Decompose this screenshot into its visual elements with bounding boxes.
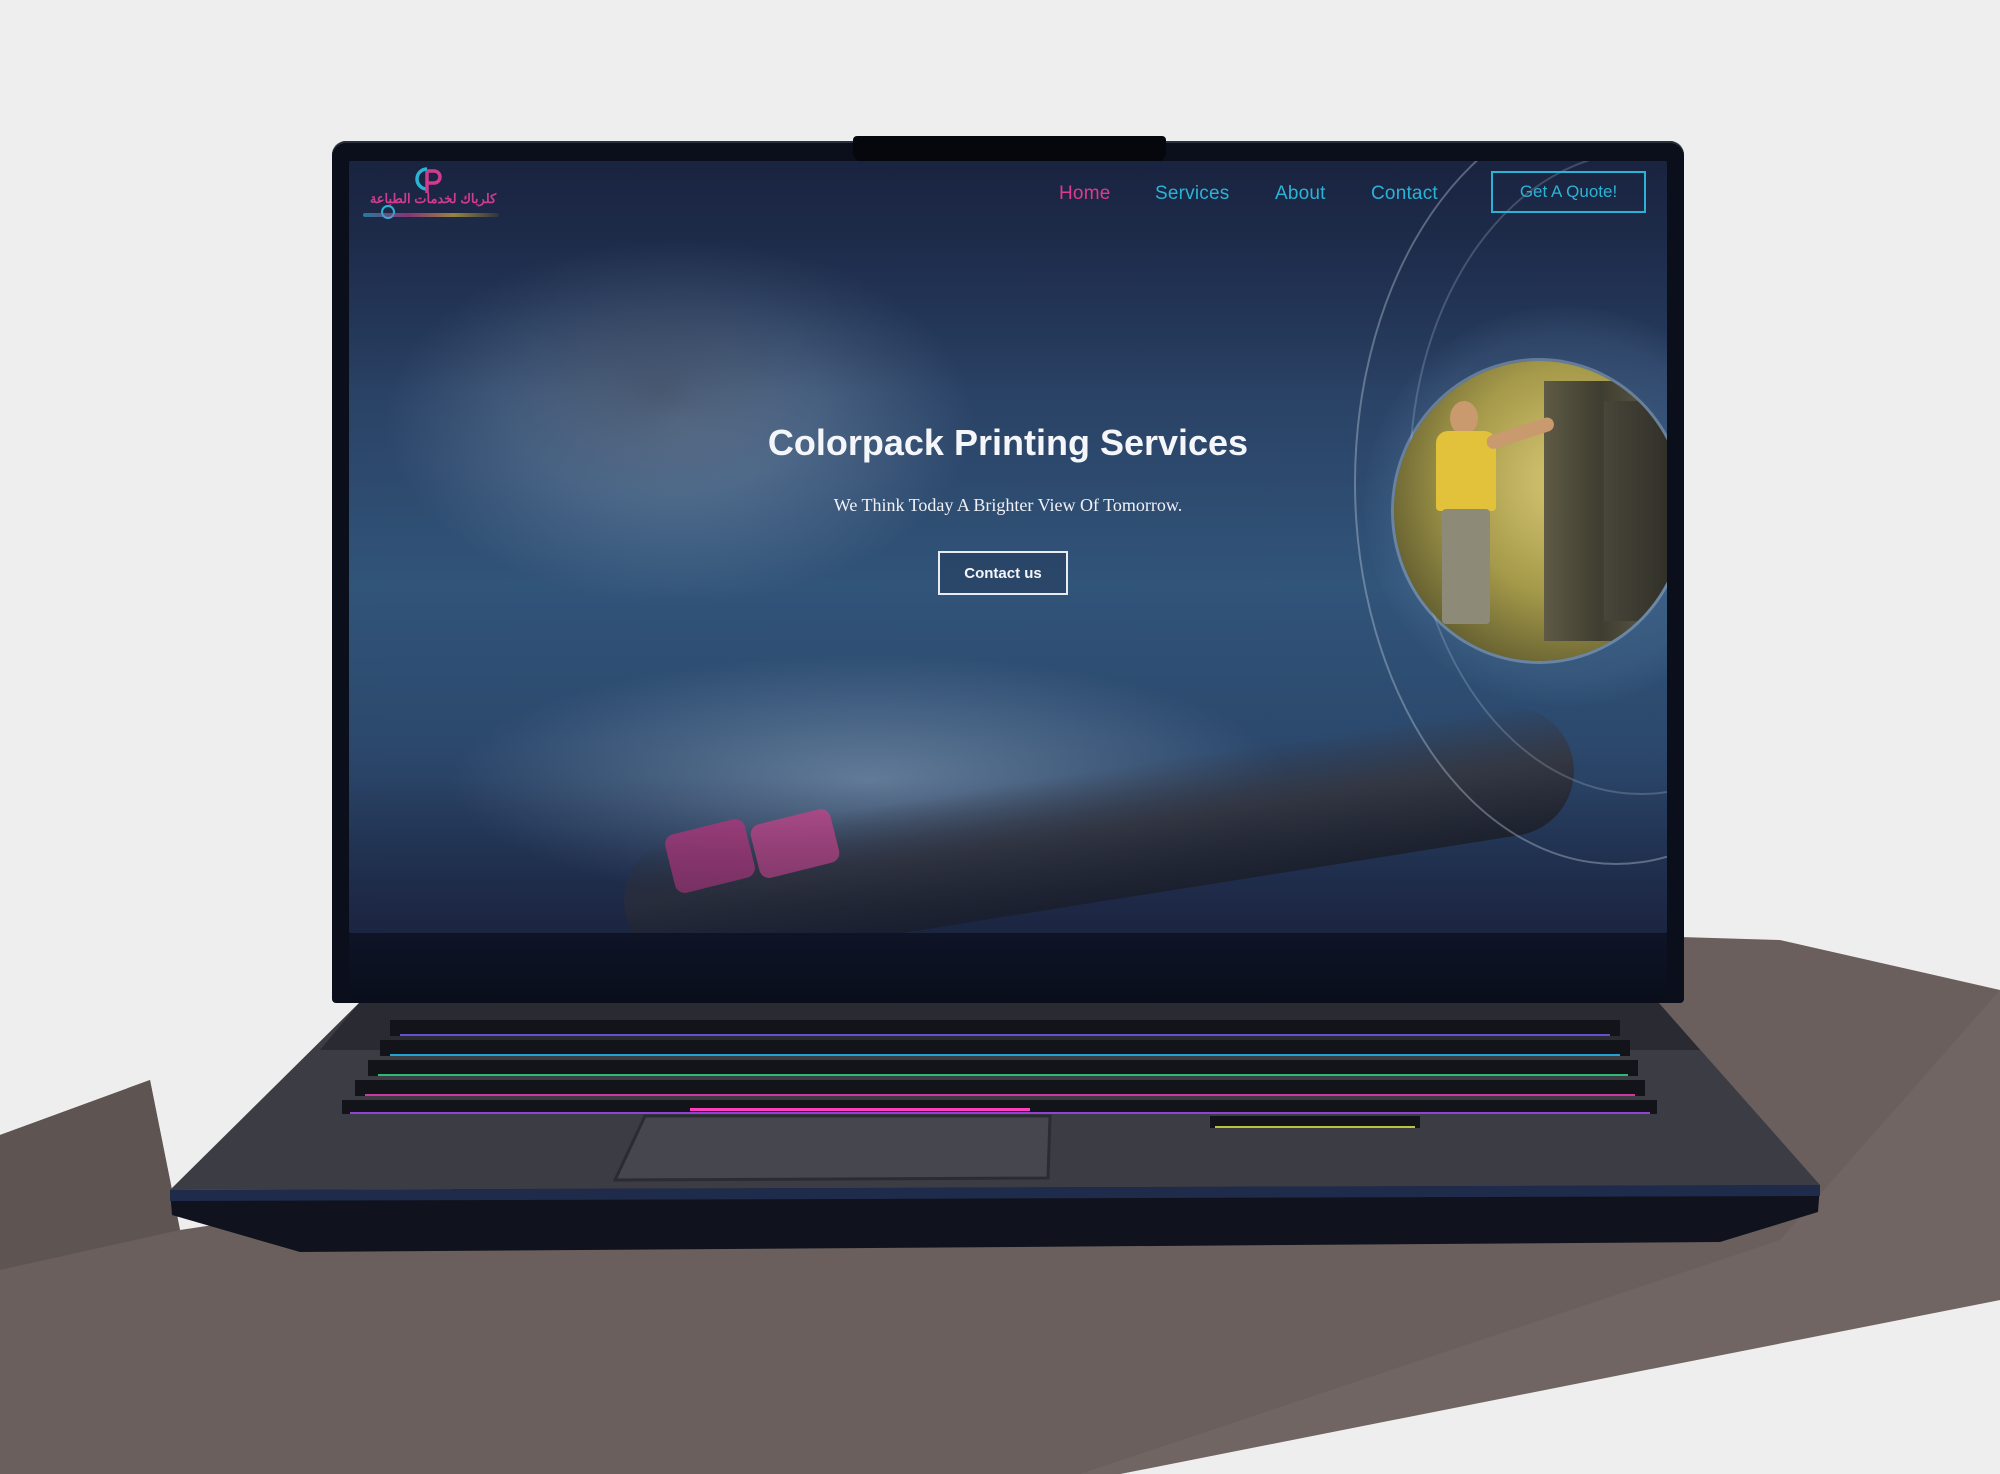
hero-subtitle: We Think Today A Brighter View Of Tomorr… bbox=[833, 495, 1183, 515]
product-mockup-scene: كلرباك لخدمات الطباعة Home Services Abou… bbox=[0, 0, 2000, 1474]
laptop-camera-notch bbox=[853, 136, 1166, 162]
laptop-screen: كلرباك لخدمات الطباعة Home Services Abou… bbox=[349, 161, 1667, 933]
nav-link-services[interactable]: Services bbox=[1155, 183, 1229, 205]
get-a-quote-button[interactable]: Get A Quote! bbox=[1491, 171, 1646, 213]
nav-link-contact[interactable]: Contact bbox=[1371, 183, 1438, 205]
site-logo[interactable]: كلرباك لخدمات الطباعة bbox=[363, 163, 499, 225]
logo-arabic-text: كلرباك لخدمات الطباعة bbox=[369, 191, 497, 206]
logo-color-bar bbox=[363, 213, 499, 217]
contact-us-button[interactable]: Contact us bbox=[938, 551, 1068, 595]
nav-link-home[interactable]: Home bbox=[1059, 183, 1110, 205]
top-navigation: كلرباك لخدمات الطباعة Home Services Abou… bbox=[349, 161, 1667, 231]
hero-title: Colorpack Printing Services bbox=[767, 422, 1249, 463]
nav-link-about[interactable]: About bbox=[1275, 183, 1326, 205]
laptop-bottom-bezel bbox=[349, 933, 1667, 1003]
